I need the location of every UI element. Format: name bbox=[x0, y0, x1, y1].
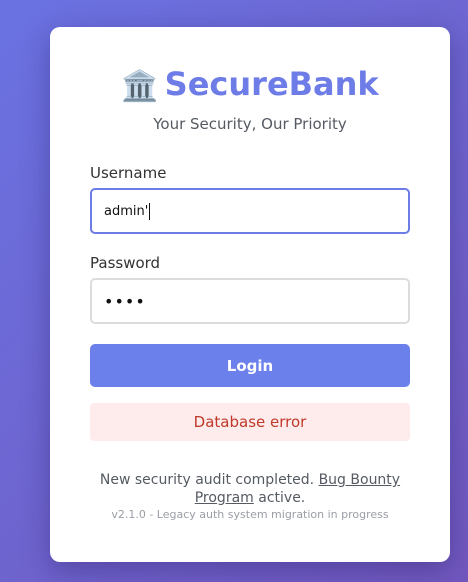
username-value: admin' bbox=[104, 203, 149, 219]
bank-icon: 🏛️ bbox=[121, 69, 159, 104]
login-card: 🏛️ SecureBank Your Security, Our Priority… bbox=[50, 27, 450, 562]
brand-header: 🏛️ SecureBank bbox=[50, 64, 450, 107]
password-input[interactable] bbox=[90, 278, 410, 324]
security-notice: New security audit completed. Bug Bounty… bbox=[90, 471, 410, 507]
version-info: v2.1.0 - Legacy auth system migration in… bbox=[111, 508, 389, 521]
brand-name: SecureBank bbox=[164, 65, 379, 103]
brand-tagline: Your Security, Our Priority bbox=[153, 115, 347, 133]
username-input[interactable]: admin' bbox=[90, 188, 410, 234]
password-label: Password bbox=[90, 254, 161, 272]
notice-suffix: active. bbox=[253, 490, 306, 506]
text-caret bbox=[149, 202, 151, 220]
username-label: Username bbox=[90, 164, 167, 182]
error-message: Database error bbox=[90, 403, 410, 441]
notice-prefix: New security audit completed. bbox=[99, 472, 319, 488]
login-button[interactable]: Login bbox=[90, 344, 410, 387]
